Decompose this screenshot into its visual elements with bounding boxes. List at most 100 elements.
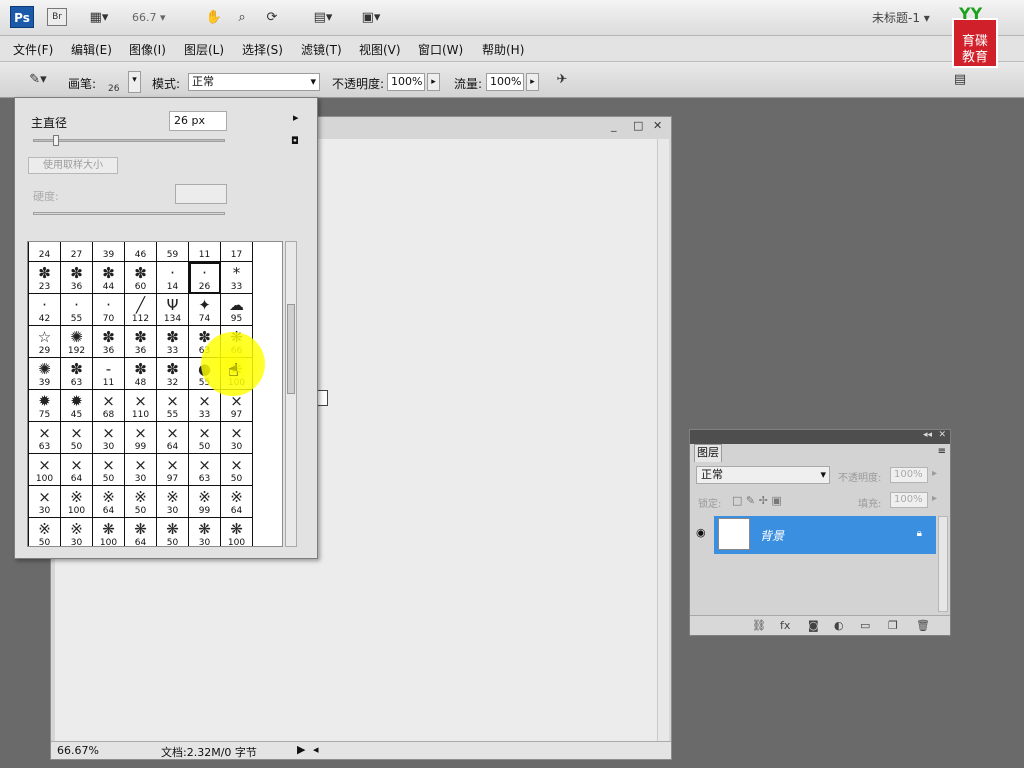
zoom-tool-icon[interactable]: ⌕ [232, 8, 252, 28]
brush-preset-cell[interactable]: ❋100 [93, 518, 125, 546]
brush-preset-cell[interactable]: ☁ 95 [221, 294, 253, 326]
brush-preset-cell[interactable]: 27 [61, 242, 93, 262]
diameter-slider-thumb[interactable] [53, 135, 59, 146]
horizontal-scroll-left-icon[interactable]: ◂ [313, 743, 319, 756]
brush-preset-cell[interactable]: × 30 [125, 454, 157, 486]
bridge-launch-button[interactable]: Br [47, 8, 67, 26]
brush-preset-cell[interactable]: × 100 [29, 454, 61, 486]
brush-preset-cell[interactable]: ✽ 36 [125, 326, 157, 358]
brush-preset-cell[interactable]: ❋100 [221, 518, 253, 546]
brush-picker-toggle[interactable]: ▾ [128, 71, 141, 93]
brush-preset-cell[interactable]: ✦ 74 [189, 294, 221, 326]
brush-preset-cell[interactable]: × 50 [189, 422, 221, 454]
brush-preset-cell[interactable]: ※ 50 [29, 518, 61, 546]
menu-layer[interactable]: 图层(L) [184, 41, 224, 58]
brush-preset-cell[interactable]: × 97 [157, 454, 189, 486]
brush-panel-icon[interactable]: ▤ [950, 70, 970, 90]
brush-preset-cell[interactable]: × 33 [189, 390, 221, 422]
layers-panel-header[interactable]: ◂◂ ✕ [690, 430, 950, 444]
menu-select[interactable]: 选择(S) [242, 41, 283, 58]
brush-preset-cell[interactable]: ✽ 36 [61, 262, 93, 294]
brush-preset-cell[interactable]: · 14 [157, 262, 189, 294]
menu-file[interactable]: 文件(F) [13, 41, 53, 58]
status-menu-arrow-icon[interactable]: ▶ [297, 743, 305, 756]
brush-preset-cell[interactable]: 39 [93, 242, 125, 262]
new-layer-icon[interactable]: ❐ [888, 619, 898, 632]
brush-preset-cell[interactable]: × 110 [125, 390, 157, 422]
brush-preset-cell[interactable]: ✽ 33 [157, 326, 189, 358]
brush-preset-cell[interactable]: ✽ 44 [93, 262, 125, 294]
hand-tool-icon[interactable]: ✋ [204, 8, 224, 28]
brush-preset-cell[interactable]: ✹ 45 [61, 390, 93, 422]
diameter-slider[interactable] [33, 139, 225, 142]
layer-style-icon[interactable]: fx [780, 619, 790, 632]
brush-preset-cell[interactable]: ※ 50 [125, 486, 157, 518]
brush-preset-cell[interactable]: Ψ 134 [157, 294, 189, 326]
brush-preset-cell[interactable]: × 30 [29, 486, 61, 518]
mode-select[interactable]: 正常 ▾ [188, 73, 320, 91]
photoshop-logo-icon[interactable]: Ps [10, 6, 34, 28]
brush-preset-cell[interactable]: × 55 [157, 390, 189, 422]
panel-close-icon[interactable]: ✕ [938, 430, 946, 440]
brush-preset-cell[interactable]: ✺ 192 [61, 326, 93, 358]
adjustment-layer-icon[interactable]: ◐ [834, 619, 844, 632]
brush-preset-cell[interactable]: × 50 [61, 422, 93, 454]
menu-edit[interactable]: 编辑(E) [71, 41, 112, 58]
brush-grid-scroll-thumb[interactable] [287, 304, 295, 394]
brush-preset-cell[interactable]: ※ 99 [189, 486, 221, 518]
brush-preset-cell[interactable]: 46 [125, 242, 157, 262]
tool-preset-picker[interactable]: ✎▾ [20, 70, 56, 90]
menu-window[interactable]: 窗口(W) [418, 41, 463, 58]
brush-preset-cell[interactable]: · 55 [61, 294, 93, 326]
view-extras-button[interactable]: ▦▾ [84, 8, 114, 28]
brush-preset-cell[interactable]: × 50 [93, 454, 125, 486]
panel-menu-icon[interactable]: ≡ [938, 446, 946, 457]
brush-preset-cell[interactable]: * 33 [221, 262, 253, 294]
brush-preset-cell[interactable]: · 42 [29, 294, 61, 326]
brush-preset-cell[interactable]: ✽ 60 [125, 262, 157, 294]
brush-preset-cell[interactable]: × 50 [221, 454, 253, 486]
brush-preset-cell[interactable]: ✹ 75 [29, 390, 61, 422]
layer-fill-slider-icon[interactable]: ▸ [932, 493, 937, 504]
new-group-icon[interactable]: ▭ [860, 619, 870, 632]
brush-preset-cell[interactable]: ✽63 [61, 358, 93, 390]
brush-preset-cell[interactable]: ✽ 48 [125, 358, 157, 390]
master-diameter-input[interactable]: 26 px [169, 111, 227, 131]
new-preset-icon[interactable]: ◘ [291, 136, 299, 147]
brush-preset-cell[interactable]: × 63 [29, 422, 61, 454]
arrange-documents-button[interactable]: ▤▾ [306, 8, 340, 28]
brush-preset-cell[interactable]: · 26 [189, 262, 221, 294]
screen-mode-button[interactable]: ▣▾ [354, 8, 388, 28]
status-zoom[interactable]: 66.67% [57, 744, 99, 757]
brush-preset-cell[interactable]: ※ 64 [93, 486, 125, 518]
lock-icons[interactable]: □ ✎ ✢ ▣ [732, 494, 782, 507]
brush-preset-cell[interactable]: ╱ 112 [125, 294, 157, 326]
brush-preset-cell[interactable]: 24 [29, 242, 61, 262]
rotate-view-icon[interactable]: ⟳ [262, 8, 282, 28]
brush-preset-cell[interactable]: ❋ 30 [189, 518, 221, 546]
brush-preset-cell[interactable]: ✽ 32 [157, 358, 189, 390]
brush-preset-cell[interactable]: ❋ 64 [125, 518, 157, 546]
minimize-icon[interactable]: _ [611, 119, 617, 132]
close-icon[interactable]: ✕ [653, 119, 662, 132]
visibility-eye-icon[interactable]: ◉ [696, 526, 706, 539]
brush-preset-cell[interactable]: ※ 64 [221, 486, 253, 518]
brush-preset-cell[interactable]: × 68 [93, 390, 125, 422]
brush-preset-cell[interactable]: 59 [157, 242, 189, 262]
menu-filter[interactable]: 滤镜(T) [301, 41, 342, 58]
brush-grid-scrollbar[interactable] [285, 241, 297, 547]
maximize-icon[interactable]: □ [633, 119, 643, 132]
brush-preset-cell[interactable]: ✺ 39 [29, 358, 61, 390]
layer-mask-icon[interactable]: ◙ [808, 619, 819, 632]
brush-preset-cell[interactable]: × 30 [221, 422, 253, 454]
layer-opacity-slider-icon[interactable]: ▸ [932, 468, 937, 479]
vertical-scrollbar[interactable] [657, 139, 669, 741]
layer-opacity-input[interactable]: 100% [890, 467, 928, 483]
brush-preset-cell[interactable]: × 64 [157, 422, 189, 454]
brush-preset-cell[interactable]: × 63 [189, 454, 221, 486]
brush-preset-cell[interactable]: ☆ 29 [29, 326, 61, 358]
brush-preset-cell[interactable]: ※ 100 [61, 486, 93, 518]
brush-preset-cell[interactable]: × 30 [93, 422, 125, 454]
flow-slider-toggle[interactable]: ▸ [526, 73, 539, 91]
opacity-input[interactable]: 100% [387, 73, 425, 91]
